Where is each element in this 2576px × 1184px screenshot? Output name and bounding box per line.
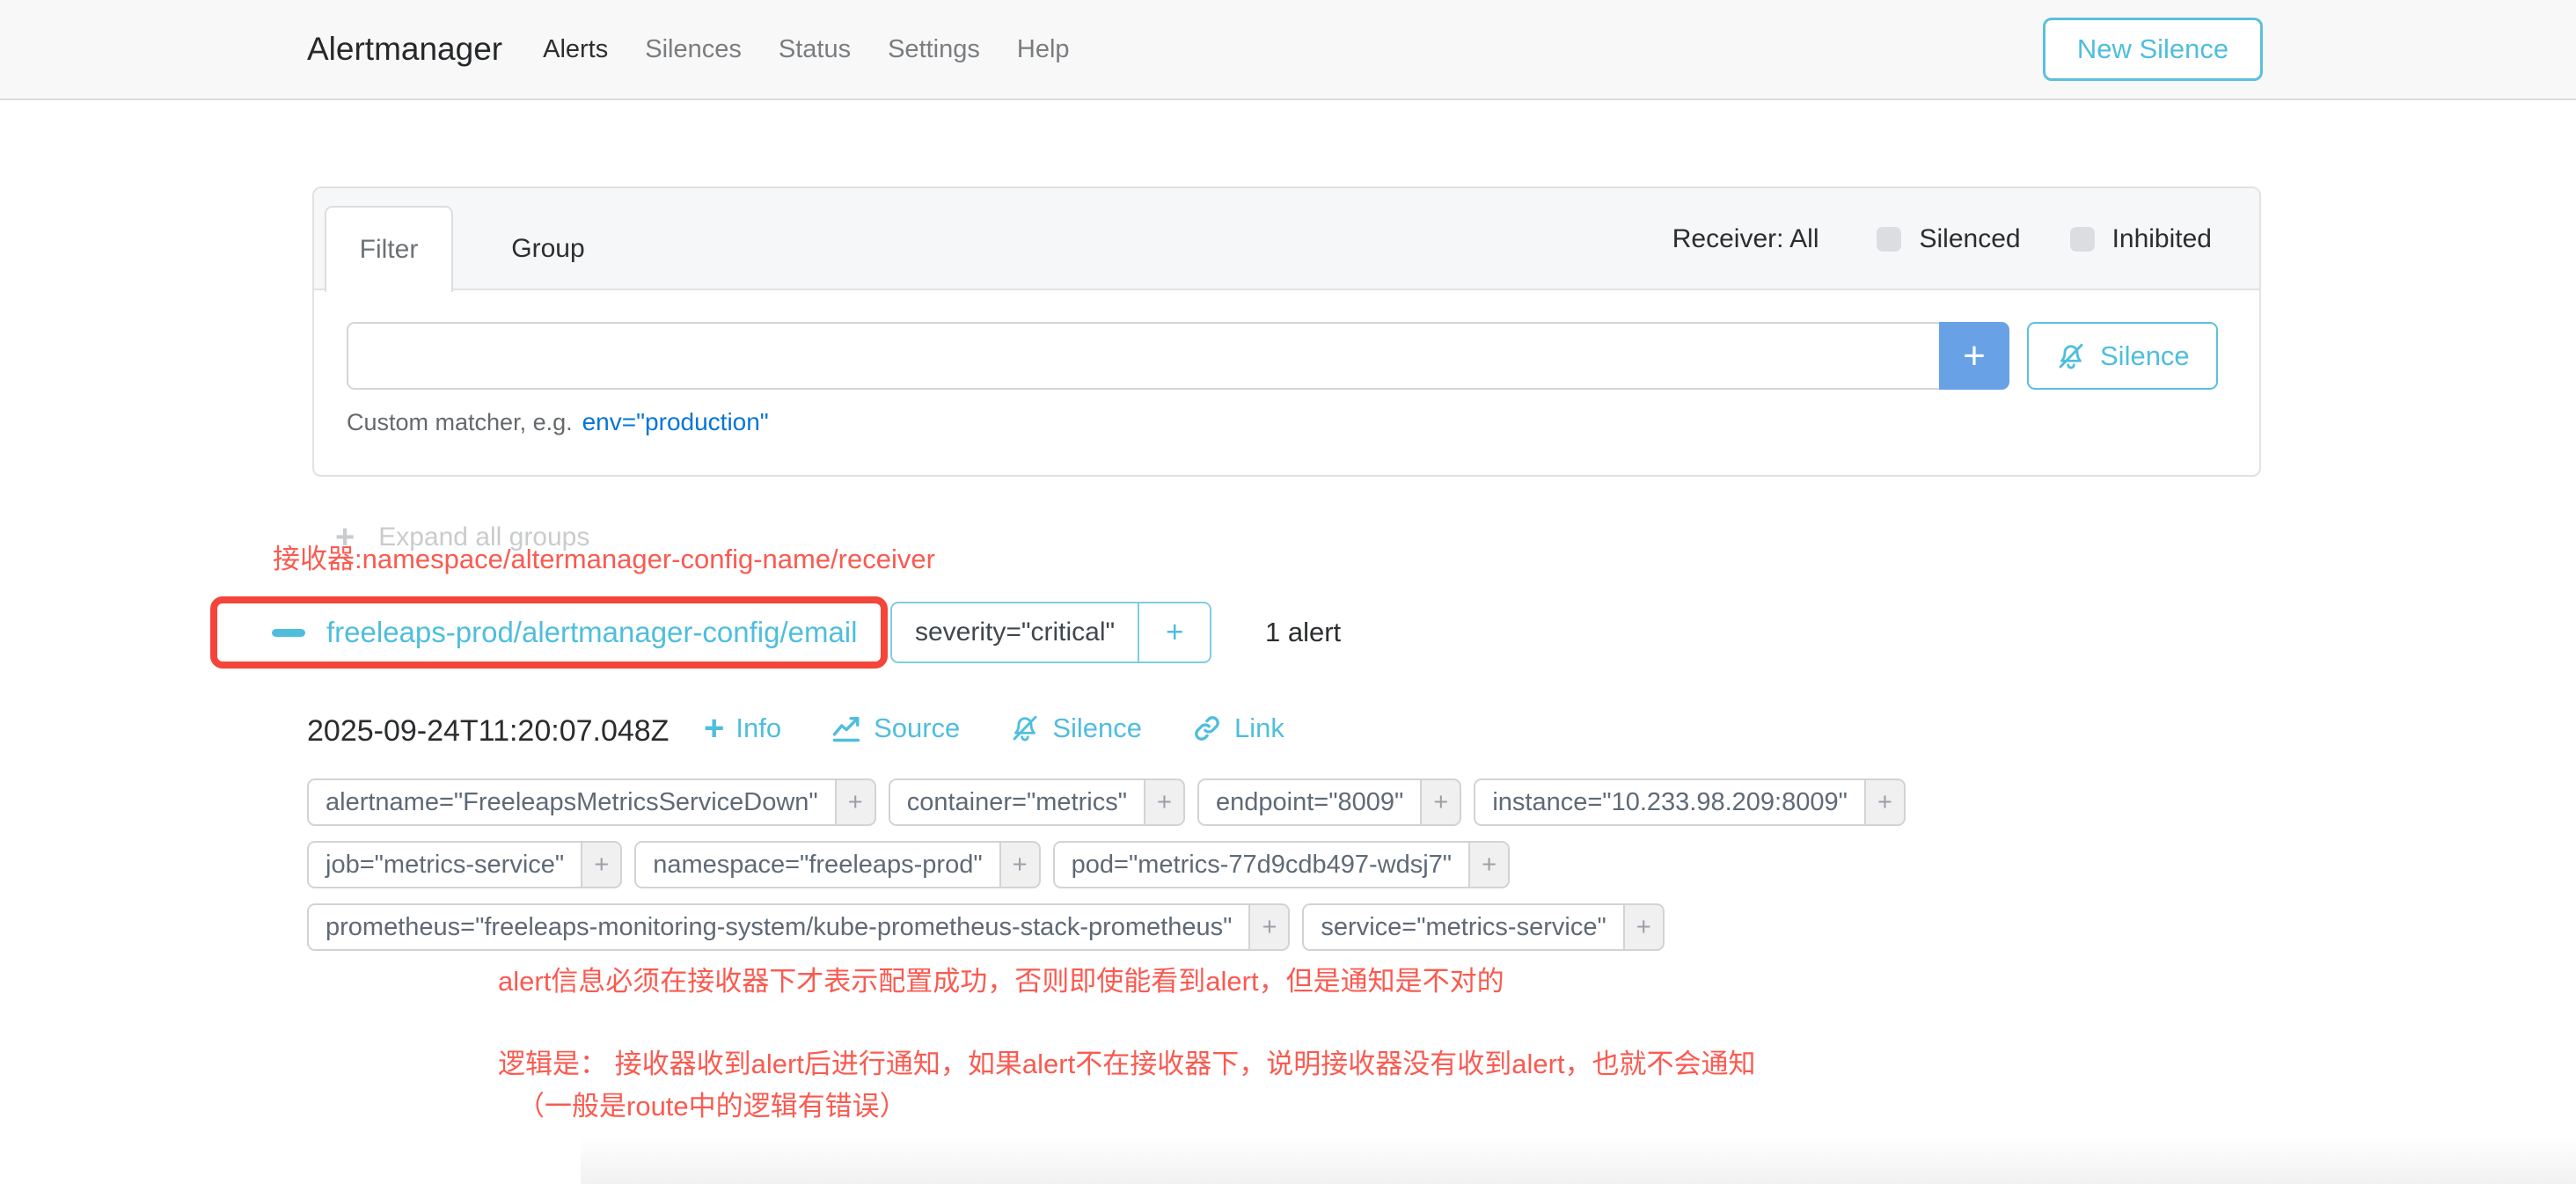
filter-card-header: Filter Group Receiver: All Silenced Inhi… bbox=[314, 188, 2259, 290]
alert-action-link[interactable]: Link bbox=[1191, 713, 1284, 744]
receiver-group-label: freeleaps-prod/alertmanager-config/email bbox=[326, 616, 857, 649]
annotation-logic-note-line2: （一般是route中的逻辑有错误） bbox=[517, 1089, 907, 1124]
alert-label-value[interactable]: prometheus="freeleaps-monitoring-system/… bbox=[307, 903, 1250, 951]
alert-action-label: Silence bbox=[1052, 713, 1142, 744]
matcher-hint: Custom matcher, e.g. env="production" bbox=[347, 408, 2259, 436]
bottom-shade bbox=[581, 1136, 2576, 1184]
bell-slash-icon bbox=[1009, 713, 1041, 744]
annotation-alert-note: alert信息必须在接收器下才表示配置成功，否则即使能看到alert，但是通知是… bbox=[498, 964, 1504, 999]
bell-slash-icon bbox=[2055, 340, 2087, 372]
chart-icon bbox=[831, 713, 862, 744]
alert-label-tag: instance="10.233.98.209:8009"+ bbox=[1474, 778, 1906, 826]
alert-action-silence[interactable]: Silence bbox=[1009, 713, 1142, 744]
add-label-filter-button[interactable]: + bbox=[1422, 778, 1461, 826]
page: Alertmanager Alerts Silences Status Setting… bbox=[0, 0, 2576, 1184]
add-label-filter-button[interactable]: + bbox=[1866, 778, 1906, 826]
alert-actions: + Info Source Silence Link bbox=[704, 707, 1284, 749]
tab-group[interactable]: Group bbox=[478, 208, 618, 290]
alert-label-value[interactable]: instance="10.233.98.209:8009" bbox=[1474, 778, 1866, 826]
annotation-red-box: freeleaps-prod/alertmanager-config/email bbox=[210, 596, 888, 669]
alert-timestamp: 2025-09-24T11:20:07.048Z bbox=[307, 714, 669, 749]
receiver-group-toggle[interactable]: freeleaps-prod/alertmanager-config/email bbox=[272, 616, 857, 649]
alert-label-tag: namespace="freeleaps-prod"+ bbox=[634, 841, 1040, 888]
alert-label-value[interactable]: namespace="freeleaps-prod" bbox=[634, 841, 1000, 888]
matcher-input[interactable] bbox=[347, 322, 1941, 390]
filter-card: Filter Group Receiver: All Silenced Inhi… bbox=[312, 186, 2261, 477]
group-matcher-severity[interactable]: severity="critical" bbox=[892, 603, 1138, 661]
hint-text: Custom matcher, e.g. bbox=[347, 409, 573, 435]
alert-label-tag: prometheus="freeleaps-monitoring-system/… bbox=[307, 903, 1290, 951]
top-navbar: Alertmanager Alerts Silences Status Setting… bbox=[0, 0, 2576, 100]
plus-icon: + bbox=[704, 711, 724, 746]
alert-label-tag: pod="metrics-77d9cdb497-wdsj7"+ bbox=[1053, 841, 1510, 888]
alert-action-label: Link bbox=[1234, 713, 1284, 744]
alert-action-label: Source bbox=[874, 713, 960, 744]
silence-button-label: Silence bbox=[2100, 340, 2190, 372]
alert-label-value[interactable]: container="metrics" bbox=[889, 778, 1145, 826]
alert-label-value[interactable]: job="metrics-service" bbox=[307, 841, 582, 888]
alert-labels-row: alertname="FreeleapsMetricsServiceDown"+… bbox=[307, 778, 1906, 826]
silenced-checkbox[interactable] bbox=[1877, 227, 1901, 252]
silence-button[interactable]: Silence bbox=[2027, 322, 2218, 390]
add-filter-button[interactable]: + bbox=[1939, 322, 2009, 390]
alert-labels-row: prometheus="freeleaps-monitoring-system/… bbox=[307, 903, 1665, 951]
add-label-filter-button[interactable]: + bbox=[582, 841, 622, 888]
nav-item-silences[interactable]: Silences bbox=[645, 35, 742, 64]
add-label-filter-button[interactable]: + bbox=[1470, 841, 1510, 888]
group-add-matcher-button[interactable]: + bbox=[1138, 603, 1210, 661]
alert-label-tag: service="metrics-service"+ bbox=[1302, 903, 1664, 951]
tab-filter[interactable]: Filter bbox=[325, 206, 453, 292]
nav-item-help[interactable]: Help bbox=[1017, 35, 1070, 64]
silenced-label[interactable]: Silenced bbox=[1919, 224, 2020, 254]
matcher-example-link[interactable]: env="production" bbox=[582, 408, 769, 435]
alert-label-value[interactable]: endpoint="8009" bbox=[1197, 778, 1422, 826]
inhibited-label[interactable]: Inhibited bbox=[2112, 224, 2212, 254]
alert-count: 1 alert bbox=[1265, 602, 1341, 663]
group-matcher-group: severity="critical" + bbox=[890, 602, 1211, 663]
nav-item-status[interactable]: Status bbox=[779, 35, 851, 64]
annotation-receiver-note: 接收器:namespace/altermanager-config-name/r… bbox=[273, 542, 935, 577]
add-label-filter-button[interactable]: + bbox=[1145, 778, 1185, 826]
link-icon bbox=[1191, 713, 1223, 744]
alert-action-info[interactable]: + Info bbox=[704, 711, 781, 746]
alert-label-tag: container="metrics"+ bbox=[889, 778, 1185, 826]
minus-icon bbox=[272, 629, 305, 637]
alert-action-source[interactable]: Source bbox=[831, 713, 960, 744]
alert-label-tag: endpoint="8009"+ bbox=[1197, 778, 1461, 826]
nav-item-settings[interactable]: Settings bbox=[888, 35, 980, 64]
new-silence-button[interactable]: New Silence bbox=[2043, 18, 2263, 81]
alert-label-tag: alertname="FreeleapsMetricsServiceDown"+ bbox=[307, 778, 876, 826]
alert-label-tag: job="metrics-service"+ bbox=[307, 841, 622, 888]
alert-label-value[interactable]: alertname="FreeleapsMetricsServiceDown" bbox=[307, 778, 837, 826]
matcher-input-group: + bbox=[347, 322, 2009, 390]
inhibited-checkbox[interactable] bbox=[2070, 227, 2095, 252]
alert-label-value[interactable]: service="metrics-service" bbox=[1302, 903, 1624, 951]
alert-label-value[interactable]: pod="metrics-77d9cdb497-wdsj7" bbox=[1053, 841, 1470, 888]
annotation-logic-note-line1: 逻辑是： 接收器收到alert后进行通知，如果alert不在接收器下，说明接收器… bbox=[498, 1047, 1756, 1082]
filter-card-body: + Silence Custom matcher, e.g. env="produ… bbox=[314, 290, 2259, 436]
add-label-filter-button[interactable]: + bbox=[1250, 903, 1290, 951]
nav-item-alerts[interactable]: Alerts bbox=[543, 35, 608, 64]
alert-labels-row: job="metrics-service"+namespace="freelea… bbox=[307, 841, 1510, 888]
add-label-filter-button[interactable]: + bbox=[1625, 903, 1665, 951]
header-controls: Receiver: All Silenced Inhibited bbox=[1672, 188, 2212, 290]
add-label-filter-button[interactable]: + bbox=[837, 778, 876, 826]
app-brand[interactable]: Alertmanager bbox=[307, 31, 502, 68]
main-nav: Alerts Silences Status Settings Help bbox=[543, 35, 1069, 64]
add-label-filter-button[interactable]: + bbox=[1001, 841, 1041, 888]
alert-action-label: Info bbox=[735, 713, 781, 744]
receiver-filter[interactable]: Receiver: All bbox=[1672, 224, 1819, 254]
